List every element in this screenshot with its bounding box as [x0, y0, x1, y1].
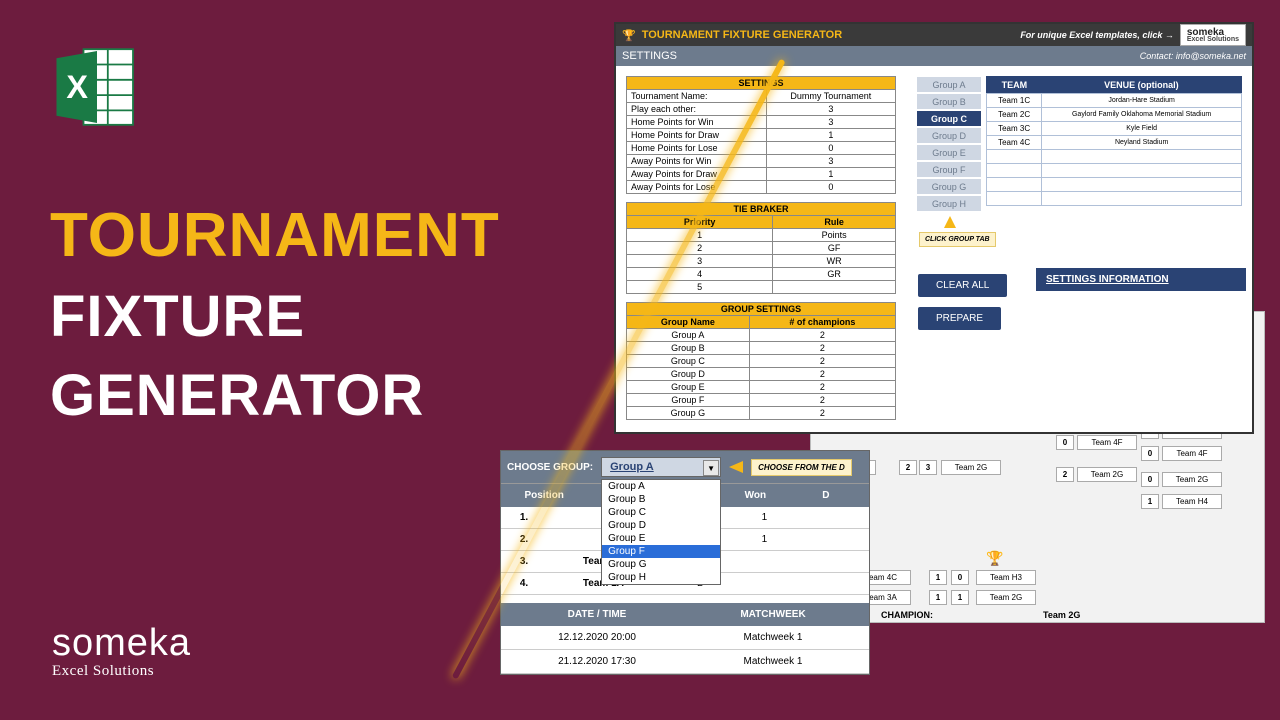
group-tab[interactable]: Group B	[916, 93, 982, 110]
bracket-cell: 3	[919, 460, 937, 475]
title-line-2: FIXTURE	[50, 283, 500, 350]
dropdown-option[interactable]: Group H	[602, 571, 720, 584]
bracket-cell: Team H3	[976, 570, 1036, 585]
click-group-hint: CLICK GROUP TAB	[919, 232, 996, 247]
bracket-cell: 0Team 4F	[1141, 446, 1222, 461]
clear-all-button[interactable]: CLEAR ALL	[918, 274, 1007, 297]
group-settings-table: GROUP SETTINGSGroup Name# of championsGr…	[626, 302, 896, 420]
svg-text:X: X	[66, 69, 88, 105]
bracket-cell: 0	[951, 570, 969, 585]
bracket-cell: 2Team 2G	[1056, 467, 1137, 482]
dropdown-option[interactable]: Group D	[602, 519, 720, 532]
champion-label: CHAMPION:	[881, 610, 933, 620]
dropdown-option[interactable]: Group G	[602, 558, 720, 571]
group-tab[interactable]: Group D	[916, 127, 982, 144]
bracket-cell: 0Team 2G	[1141, 472, 1222, 487]
dropdown-option[interactable]: Group F	[602, 545, 720, 558]
bracket-cell: 1	[929, 570, 947, 585]
bracket-cell: 1	[929, 590, 947, 605]
group-tab[interactable]: Group G	[916, 178, 982, 195]
bracket-cell: Team 2G	[976, 590, 1036, 605]
window-sub-bar: SETTINGS Contact: info@someka.net	[616, 46, 1252, 66]
brand-logo: someka Excel Solutions	[52, 622, 191, 680]
someka-badge[interactable]: someka Excel Solutions	[1180, 24, 1246, 46]
bracket-cell: 2	[899, 460, 917, 475]
settings-window: 🏆 TOURNAMENT FIXTURE GENERATOR For uniqu…	[614, 22, 1254, 434]
group-tab[interactable]: Group E	[916, 144, 982, 161]
choose-hint: CHOOSE FROM THE D	[751, 459, 852, 476]
group-tab[interactable]: Group C	[916, 110, 982, 127]
trophy-icon: 🏆	[622, 29, 636, 42]
dropdown-option[interactable]: Group A	[602, 480, 720, 493]
sub-title: SETTINGS	[622, 50, 677, 62]
bracket-cell: 1	[951, 590, 969, 605]
group-tab[interactable]: Group F	[916, 161, 982, 178]
group-tab[interactable]: Group A	[916, 76, 982, 93]
window-title: TOURNAMENT FIXTURE GENERATOR	[642, 29, 842, 41]
trophy-icon: 🏆	[986, 550, 1003, 567]
prepare-button[interactable]: PREPARE	[918, 307, 1001, 330]
group-tabs: Group AGroup BGroup CGroup DGroup EGroup…	[916, 76, 982, 212]
contact-text: Contact: info@someka.net	[1140, 51, 1246, 61]
settings-info-box: SETTINGS INFORMATION	[1036, 268, 1246, 291]
title-line-1: TOURNAMENT	[50, 200, 500, 271]
schedule-table: DATE / TIMEMATCHWEEK 12.12.2020 20:00Mat…	[501, 603, 869, 674]
excel-icon: X	[52, 42, 142, 137]
bracket-cell: Team 2G	[941, 460, 1001, 475]
dropdown-option[interactable]: Group E	[602, 532, 720, 545]
team-table: TEAMVENUE (optional)Team 1CJordan-Hare S…	[986, 76, 1242, 206]
window-title-bar: 🏆 TOURNAMENT FIXTURE GENERATOR For uniqu…	[616, 24, 1252, 46]
bracket-cell: 1Team H4	[1141, 494, 1222, 509]
dropdown-list: Group AGroup BGroup CGroup DGroup EGroup…	[601, 479, 721, 585]
dropdown-option[interactable]: Group C	[602, 506, 720, 519]
arrow-up-icon	[944, 216, 956, 228]
arrow-left-icon	[729, 461, 743, 473]
schedule-row: 21.12.2020 17:30Matchweek 1	[501, 650, 869, 674]
brand-sub: Excel Solutions	[52, 663, 191, 680]
brand-name: someka	[52, 622, 191, 665]
choose-group-label: CHOOSE GROUP:	[507, 462, 593, 473]
hero-title: TOURNAMENT FIXTURE GENERATOR	[50, 200, 500, 429]
group-tab[interactable]: Group H	[916, 195, 982, 212]
dropdown-option[interactable]: Group B	[602, 493, 720, 506]
group-dropdown[interactable]: Group A ▼ Group AGroup BGroup CGroup DGr…	[601, 457, 721, 477]
title-line-3: GENERATOR	[50, 362, 500, 429]
champion-value: Team 2G	[1043, 610, 1080, 620]
schedule-row: 12.12.2020 20:00Matchweek 1	[501, 626, 869, 650]
badge-sub: Excel Solutions	[1187, 36, 1239, 43]
chevron-down-icon[interactable]: ▼	[703, 460, 719, 476]
window-tagline: For unique Excel templates, click →	[1020, 30, 1174, 40]
bracket-cell: 0Team 4F	[1056, 435, 1137, 450]
